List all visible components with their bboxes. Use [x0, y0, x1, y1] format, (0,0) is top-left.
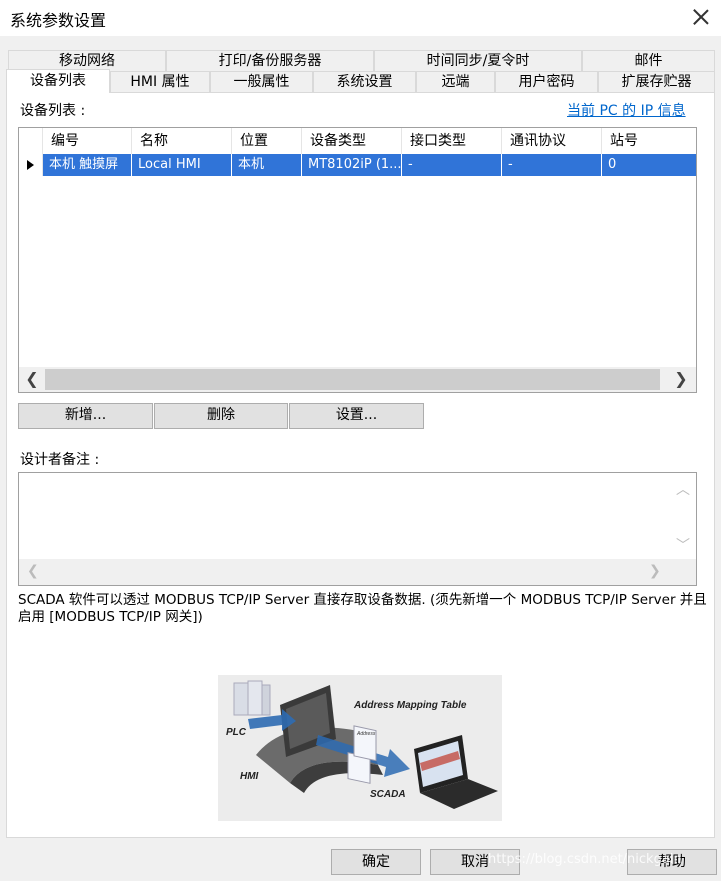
tab-remote[interactable]: 远端: [416, 71, 495, 92]
scroll-right-icon[interactable]: ❯: [649, 563, 661, 579]
notes-vertical-scrollbar[interactable]: ︿ ﹀: [670, 473, 696, 559]
tab-print-backup-server[interactable]: 打印/备份服务器: [166, 50, 374, 72]
scroll-left-icon[interactable]: ❮: [27, 563, 39, 579]
delete-button[interactable]: 删除: [154, 403, 288, 429]
current-row-arrow-icon: [27, 160, 34, 170]
close-icon[interactable]: [690, 6, 712, 28]
column-header[interactable]: 位置: [232, 128, 302, 154]
tab-system-settings[interactable]: 系统设置: [313, 71, 416, 92]
watermark-text: https://blog.csdn.net/nickgain: [488, 852, 682, 867]
scrollbar-thumb[interactable]: [45, 369, 660, 390]
notes-horizontal-scrollbar[interactable]: ❮ ❯: [19, 559, 696, 585]
scroll-down-icon[interactable]: ﹀: [676, 535, 690, 555]
scroll-up-icon[interactable]: ︿: [676, 479, 690, 499]
current-pc-ip-link[interactable]: 当前 PC 的 IP 信息: [567, 100, 686, 120]
window-title: 系统参数设置: [10, 11, 107, 30]
table-cell: 0: [608, 157, 617, 172]
ok-button[interactable]: 确定: [331, 849, 421, 875]
column-header[interactable]: 名称: [132, 128, 232, 154]
column-header[interactable]: 接口类型: [402, 128, 502, 154]
modbus-illustration: Address Mapping Table PLC HMI SCADA Addr…: [218, 675, 502, 821]
add-button[interactable]: 新增...: [18, 403, 153, 429]
table-cell: Local HMI: [132, 154, 232, 176]
column-header[interactable]: 编号: [43, 128, 132, 154]
address-mapping-diagram-icon: Address Mapping Table PLC HMI SCADA Addr…: [218, 675, 502, 821]
table-cell: 本机 触摸屏: [43, 154, 132, 176]
tab-general-properties[interactable]: 一般属性: [210, 71, 313, 92]
table-header: 编号 名称 位置 设备类型 接口类型 通讯协议 站号: [19, 128, 696, 154]
table-cell: 本机: [232, 154, 302, 176]
table-cell: MT8102iP (1...: [302, 154, 402, 176]
table-row[interactable]: 本机 触摸屏 Local HMI 本机 MT8102iP (1... - - 0: [43, 154, 696, 176]
row-indicator[interactable]: [19, 154, 43, 176]
scroll-right-icon[interactable]: ❯: [671, 369, 691, 389]
table-cell: -: [402, 154, 502, 176]
table-horizontal-scrollbar[interactable]: ❮ ❯: [19, 367, 696, 392]
column-header[interactable]: 设备类型: [302, 128, 402, 154]
settings-button[interactable]: 设置...: [289, 403, 424, 429]
tab-extended-memory[interactable]: 扩展存贮器: [598, 71, 715, 92]
address-label: Address: [356, 731, 376, 737]
device-list-label: 设备列表 :: [20, 103, 86, 119]
tab-time-sync[interactable]: 时间同步/夏令时: [374, 50, 582, 72]
tab-user-password[interactable]: 用户密码: [495, 71, 598, 92]
title-bar: 系统参数设置: [0, 0, 721, 36]
column-header[interactable]: 通讯协议: [502, 128, 602, 154]
column-header[interactable]: 站号: [602, 128, 696, 154]
device-table[interactable]: 编号 名称 位置 设备类型 接口类型 通讯协议 站号 本机 触摸屏 Local …: [18, 127, 697, 393]
scada-label: SCADA: [370, 789, 406, 800]
plc-label: PLC: [226, 727, 247, 738]
tab-device-list[interactable]: 设备列表: [6, 69, 110, 93]
table-cell: -: [502, 154, 602, 176]
designer-notes-label: 设计者备注 :: [20, 452, 100, 468]
hmi-label: HMI: [240, 771, 259, 782]
scroll-left-icon[interactable]: ❮: [22, 369, 42, 389]
illustration-title: Address Mapping Table: [353, 700, 467, 711]
header-corner: [19, 128, 43, 154]
tab-hmi-properties[interactable]: HMI 属性: [110, 71, 210, 92]
designer-notes-textarea[interactable]: ︿ ﹀ ❮ ❯: [18, 472, 697, 586]
tab-mail[interactable]: 邮件: [582, 50, 715, 72]
scada-info-text: SCADA 软件可以透过 MODBUS TCP/IP Server 直接存取设备…: [18, 592, 707, 625]
